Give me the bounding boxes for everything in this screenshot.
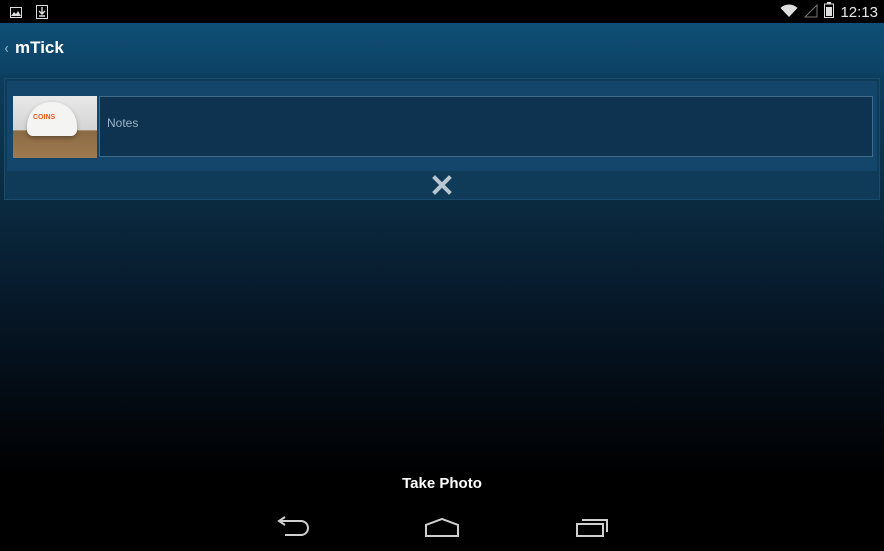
up-navigation-icon[interactable]: ‹: [4, 38, 9, 57]
signal-icon: [804, 3, 818, 22]
image-notification-icon: [10, 4, 22, 23]
home-icon[interactable]: [423, 515, 463, 543]
photo-card-content: COINS Notes: [7, 81, 877, 171]
navigation-bar: [0, 505, 884, 551]
app-content: ‹ mTick COINS Notes: [0, 23, 884, 475]
take-photo-button[interactable]: Take Photo: [0, 475, 884, 492]
remove-photo-bar: [7, 171, 877, 199]
app-title[interactable]: mTick: [15, 38, 64, 58]
download-notification-icon: [36, 4, 48, 23]
back-icon[interactable]: [275, 515, 315, 543]
photo-thumbnail[interactable]: COINS: [13, 96, 97, 158]
action-bar: ‹ mTick: [0, 23, 884, 75]
wifi-icon: [780, 3, 798, 22]
close-icon[interactable]: [432, 175, 452, 195]
helmet-logo: COINS: [33, 114, 56, 121]
recents-icon[interactable]: [574, 515, 614, 543]
photo-card: COINS Notes: [4, 78, 880, 200]
battery-icon: [824, 2, 835, 22]
notes-field[interactable]: Notes: [99, 96, 873, 157]
clock: 12:13: [840, 3, 878, 21]
status-bar: 12:13: [0, 0, 884, 23]
